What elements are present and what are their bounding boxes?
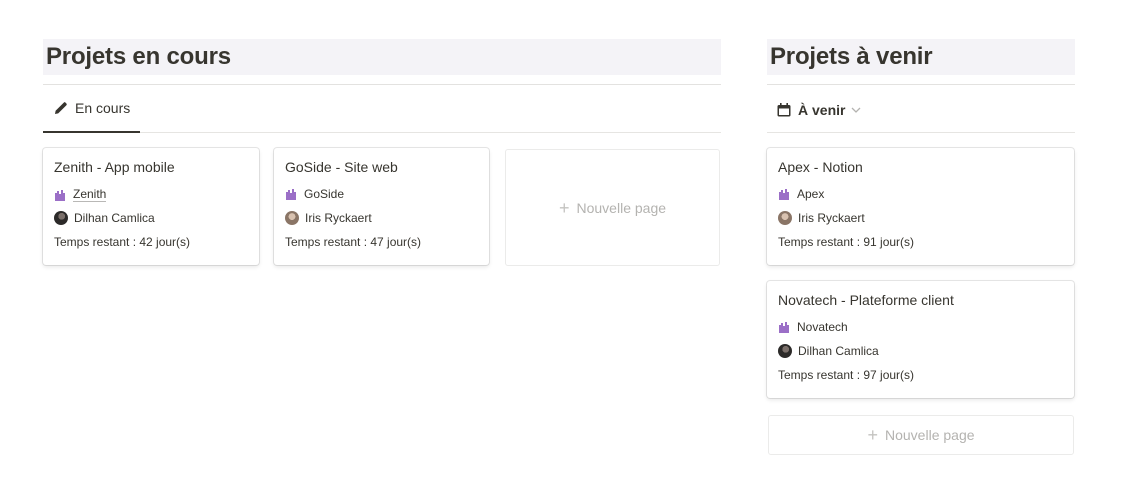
section-heading: Projets à venir bbox=[767, 39, 1075, 75]
tab-label: À venir bbox=[798, 101, 846, 118]
card-title: GoSide - Site web bbox=[285, 159, 398, 175]
person-property: Dilhan Camlica bbox=[54, 211, 155, 225]
card-title: Zenith - App mobile bbox=[54, 159, 175, 175]
view-tabbar: En cours bbox=[43, 85, 721, 133]
time-remaining: Temps restant : 97 jour(s) bbox=[778, 368, 915, 382]
tab-label: En cours bbox=[75, 100, 131, 116]
section-projets-a-venir: Projets à venir À venir Apex - Notion Ap… bbox=[767, 39, 1075, 455]
project-card[interactable]: Apex - Notion Apex Iris Ryckaert Temps r… bbox=[767, 148, 1074, 265]
view-tabbar: À venir bbox=[767, 85, 1075, 133]
client-property[interactable]: Apex bbox=[778, 187, 824, 201]
client-property[interactable]: Novatech bbox=[778, 320, 848, 334]
project-card[interactable]: Zenith - App mobile Zenith Dilhan Camlic… bbox=[43, 148, 259, 265]
new-page-button[interactable]: + Nouvelle page bbox=[768, 415, 1074, 455]
building-icon bbox=[285, 188, 297, 200]
project-card[interactable]: Novatech - Plateforme client Novatech Di… bbox=[767, 281, 1074, 398]
card-title: Novatech - Plateforme client bbox=[778, 292, 954, 308]
building-icon bbox=[778, 188, 790, 200]
view-select-a-venir[interactable]: À venir bbox=[767, 86, 870, 133]
card-title: Apex - Notion bbox=[778, 159, 863, 175]
avatar bbox=[285, 211, 299, 225]
project-card[interactable]: GoSide - Site web GoSide Iris Ryckaert T… bbox=[274, 148, 489, 265]
time-remaining: Temps restant : 42 jour(s) bbox=[54, 235, 191, 249]
time-remaining: Temps restant : 91 jour(s) bbox=[778, 235, 915, 249]
client-property[interactable]: Zenith bbox=[54, 187, 107, 202]
person-property: Iris Ryckaert bbox=[285, 211, 372, 225]
person-property: Dilhan Camlica bbox=[778, 344, 879, 358]
section-projets-en-cours: Projets en cours En cours Zenith - App m… bbox=[43, 39, 721, 266]
client-property[interactable]: GoSide bbox=[285, 187, 344, 201]
plus-icon: + bbox=[867, 425, 878, 445]
avatar bbox=[778, 211, 792, 225]
section-heading: Projets en cours bbox=[43, 39, 721, 75]
avatar bbox=[778, 344, 792, 358]
building-icon bbox=[778, 321, 790, 333]
new-page-button[interactable]: + Nouvelle page bbox=[505, 149, 720, 266]
person-property: Iris Ryckaert bbox=[778, 211, 865, 225]
chevron-down-icon bbox=[851, 107, 861, 113]
tab-en-cours[interactable]: En cours bbox=[43, 85, 141, 133]
building-icon bbox=[54, 189, 66, 201]
pencil-icon bbox=[53, 100, 69, 116]
avatar bbox=[54, 211, 68, 225]
calendar-icon bbox=[776, 102, 792, 118]
time-remaining: Temps restant : 47 jour(s) bbox=[285, 235, 422, 249]
plus-icon: + bbox=[558, 197, 570, 218]
